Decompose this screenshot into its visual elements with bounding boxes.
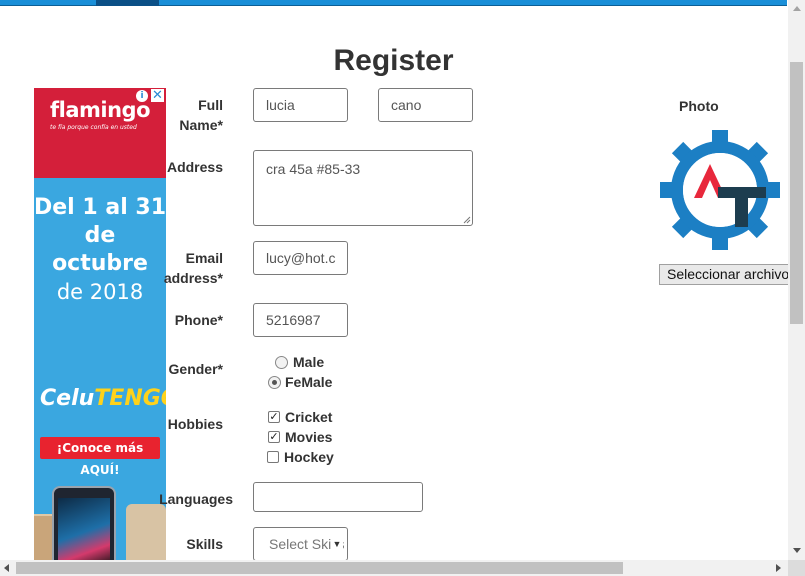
email-label-line2: address* [163, 270, 223, 286]
ad-phones-image [34, 478, 166, 560]
phone-input[interactable]: 5216987 [253, 303, 348, 337]
address-label: Address [166, 159, 223, 175]
skills-label: Skills [186, 536, 223, 552]
page-title: Register [333, 44, 454, 77]
advertisement-banner[interactable]: flamingo te fía porque confía en usted i… [34, 88, 166, 560]
vertical-scrollbar[interactable] [788, 0, 805, 560]
gender-female-label[interactable]: FeMale [285, 372, 332, 392]
horizontal-scrollbar[interactable] [0, 560, 788, 576]
ad-promo-brand: CeluTENGO [40, 386, 166, 411]
ad-body: Del 1 al 31 de octubre de 2018 CeluTENGO… [34, 178, 166, 560]
email-input[interactable]: lucy@hot.c [253, 241, 348, 275]
languages-input[interactable] [253, 482, 423, 512]
hobby-movies-label[interactable]: Movies [285, 427, 332, 447]
resize-handle-icon[interactable] [463, 216, 471, 224]
hobby-cricket-checkbox[interactable]: ✓ [268, 411, 280, 423]
phone-label: Phone* [174, 312, 223, 328]
ad-header: flamingo te fía porque confía en usted i… [34, 88, 166, 178]
ad-headline-line3: de 2018 [56, 280, 144, 304]
top-nav-bar [0, 0, 787, 6]
scroll-right-arrow-icon[interactable] [776, 564, 781, 572]
ad-headline: Del 1 al 31 de octubre de 2018 [34, 194, 166, 306]
vertical-scroll-thumb[interactable] [790, 62, 803, 324]
fullname-label-line1: Full [198, 97, 223, 113]
gender-male-label[interactable]: Male [293, 352, 324, 372]
scrollbar-corner [788, 560, 805, 576]
info-icon[interactable]: i [136, 90, 148, 102]
languages-label: Languages [159, 491, 233, 507]
choose-file-button[interactable]: Seleccionar archivo [659, 264, 789, 285]
fullname-label: Full Name* [170, 95, 223, 135]
gender-male-radio[interactable] [275, 356, 288, 369]
scroll-up-arrow-icon[interactable] [793, 6, 801, 11]
photo-label: Photo [679, 98, 719, 114]
ad-headline-line2: de octubre [52, 223, 148, 276]
address-text: cra 45a #85-33 [266, 161, 361, 177]
scroll-down-arrow-icon[interactable] [793, 548, 801, 553]
gender-label: Gender* [168, 361, 223, 377]
scroll-left-arrow-icon[interactable] [4, 564, 9, 572]
gender-female-radio[interactable] [268, 376, 281, 389]
nav-active-tab[interactable] [96, 0, 159, 6]
phone-image-center [52, 486, 116, 560]
skills-select[interactable]: Select Skills ▼ [253, 527, 348, 561]
hobby-hockey-label[interactable]: Hockey [284, 447, 334, 467]
first-name-input[interactable]: lucia [253, 88, 348, 122]
ad-tagline: te fía porque confía en usted [50, 124, 137, 131]
email-label: Email address* [150, 248, 223, 288]
ad-headline-line1: Del 1 al 31 [34, 195, 166, 220]
email-label-line1: Email [185, 250, 223, 266]
ad-cta-button[interactable]: ¡Conoce más AQUÍ! [40, 437, 160, 477]
phone-screen [58, 498, 110, 560]
gear-logo-icon [660, 130, 780, 250]
ad-promo-part2: TENGO [94, 386, 166, 411]
hobbies-label: Hobbies [167, 416, 223, 432]
hobby-hockey-checkbox[interactable] [267, 451, 279, 463]
hobby-movies-checkbox[interactable]: ✓ [268, 431, 280, 443]
hobby-cricket-label[interactable]: Cricket [285, 407, 332, 427]
address-textarea[interactable]: cra 45a #85-33 [253, 150, 473, 226]
horizontal-scroll-thumb[interactable] [16, 562, 623, 574]
ad-brand-logo: flamingo [50, 98, 151, 122]
browser-viewport: Register flamingo te fía porque confía e… [0, 0, 805, 576]
ad-promo-part1: Celu [40, 386, 95, 411]
close-icon[interactable]: ✕ [151, 89, 164, 102]
fullname-label-line2: Name* [179, 117, 223, 133]
last-name-input[interactable]: cano [378, 88, 473, 122]
chevron-down-icon: ▼ [331, 528, 343, 560]
